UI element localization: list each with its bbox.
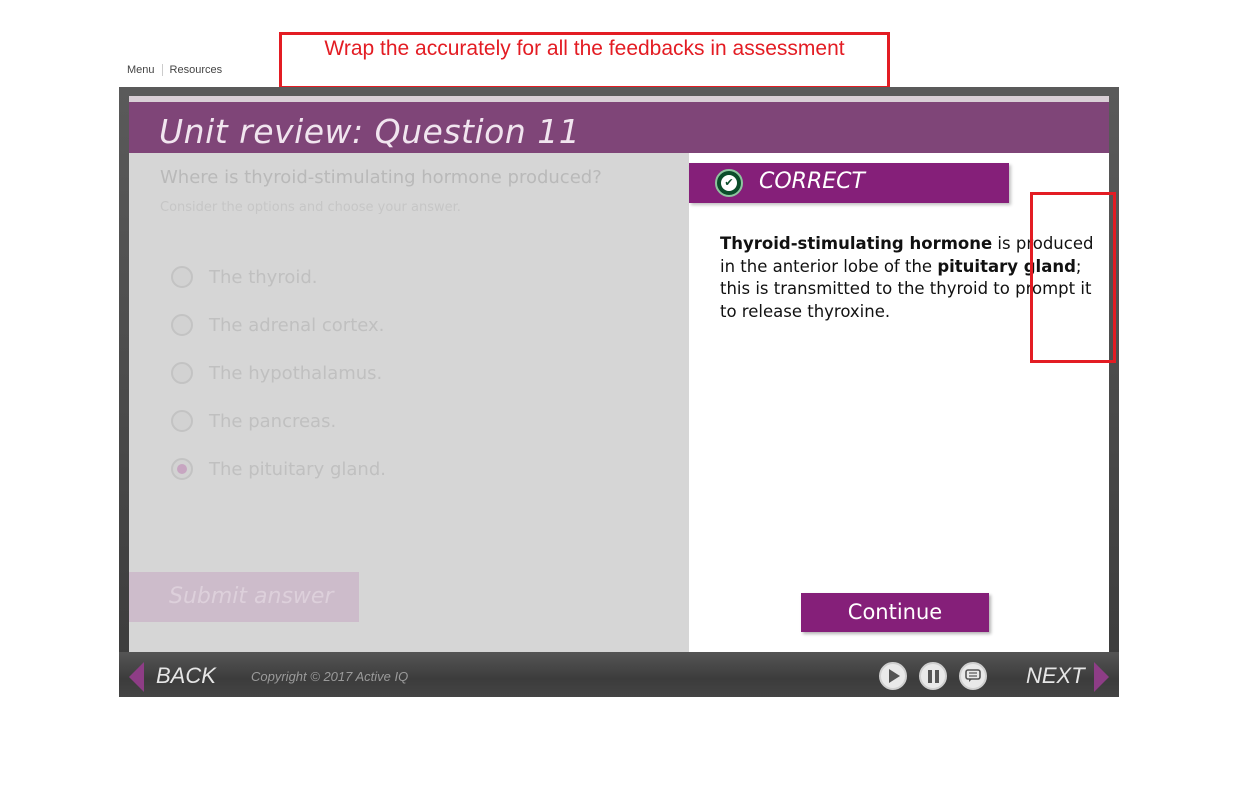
question-prompt: Where is thyroid-stimulating hormone pro… <box>160 167 602 188</box>
play-icon[interactable] <box>879 662 907 690</box>
question-instruction: Consider the options and choose your ans… <box>160 200 461 215</box>
radio-button-selected[interactable] <box>171 458 193 480</box>
answer-option[interactable]: The adrenal cortex. <box>171 301 386 349</box>
feedback-bold-term: Thyroid-stimulating hormone <box>720 234 993 253</box>
back-arrow-icon[interactable] <box>129 662 144 692</box>
next-button[interactable]: NEXT <box>1026 663 1085 689</box>
next-arrow-icon[interactable] <box>1094 662 1109 692</box>
answer-option-label: The pancreas. <box>209 410 337 432</box>
submit-answer-button[interactable]: Submit answer <box>129 572 359 622</box>
question-panel: Where is thyroid-stimulating hormone pro… <box>129 153 689 652</box>
answer-option[interactable]: The pancreas. <box>171 397 386 445</box>
radio-button[interactable] <box>171 362 193 384</box>
answer-option[interactable]: The hypothalamus. <box>171 349 386 397</box>
feedback-status: CORRECT <box>759 169 865 194</box>
player-controls: BACK Copyright © 2017 Active IQ NEXT <box>119 652 1119 697</box>
radio-dot <box>177 464 187 474</box>
annotation-text: Wrap the accurately for all the feedback… <box>324 37 845 60</box>
answer-option-label: The adrenal cortex. <box>209 314 385 336</box>
resources-link[interactable]: Resources <box>170 64 223 76</box>
nav-divider <box>161 64 163 76</box>
copyright-text: Copyright © 2017 Active IQ <box>251 669 409 684</box>
course-player: Unit review: Question 11 Where is thyroi… <box>119 87 1119 697</box>
back-button[interactable]: BACK <box>156 663 216 689</box>
radio-button[interactable] <box>171 410 193 432</box>
feedback-header: ✔ CORRECT <box>689 163 1009 203</box>
answer-option-selected[interactable]: The pituitary gland. <box>171 445 386 493</box>
continue-button[interactable]: Continue <box>801 593 989 632</box>
page-title: Unit review: Question 11 <box>159 112 581 151</box>
annotation-callout: Wrap the accurately for all the feedback… <box>279 32 890 89</box>
captions-icon[interactable] <box>959 662 987 690</box>
answer-options: The thyroid. The adrenal cortex. The hyp… <box>171 253 386 493</box>
check-circle-icon: ✔ <box>715 169 743 197</box>
answer-option-label: The thyroid. <box>209 266 318 288</box>
answer-option-label: The hypothalamus. <box>209 362 383 384</box>
pause-icon[interactable] <box>919 662 947 690</box>
radio-button[interactable] <box>171 266 193 288</box>
title-bar: Unit review: Question 11 <box>129 102 1109 153</box>
radio-button[interactable] <box>171 314 193 336</box>
annotation-highlight-box <box>1030 192 1116 363</box>
top-nav: Menu Resources <box>127 64 222 76</box>
slide-content: Where is thyroid-stimulating hormone pro… <box>129 153 1109 652</box>
answer-option-label: The pituitary gland. <box>209 458 386 480</box>
answer-option[interactable]: The thyroid. <box>171 253 386 301</box>
menu-link[interactable]: Menu <box>127 64 155 76</box>
